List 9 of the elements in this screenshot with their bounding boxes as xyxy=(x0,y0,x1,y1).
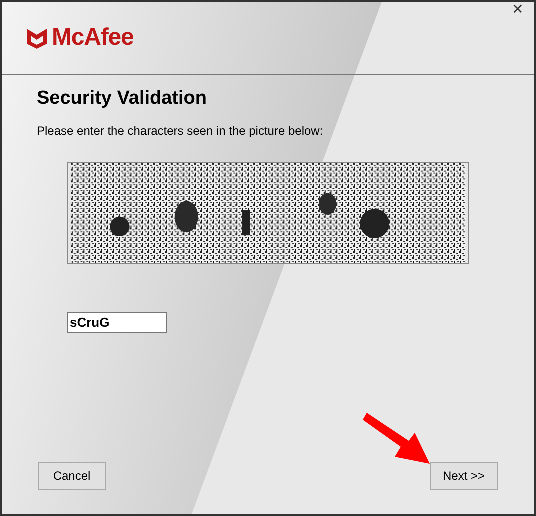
brand-name: McAfee xyxy=(52,26,134,50)
instruction-text: Please enter the characters seen in the picture below: xyxy=(37,123,324,140)
dialog-button[interactable]: Next >> xyxy=(430,462,498,490)
shield-logo-icon xyxy=(27,27,47,49)
close-button[interactable]: ✕ xyxy=(508,2,528,16)
answer-field[interactable]: sCruG xyxy=(67,312,167,333)
dialog-button[interactable]: Cancel xyxy=(38,462,106,490)
dialog-title: Security Validation xyxy=(37,87,208,111)
arrow-icon xyxy=(363,413,431,465)
